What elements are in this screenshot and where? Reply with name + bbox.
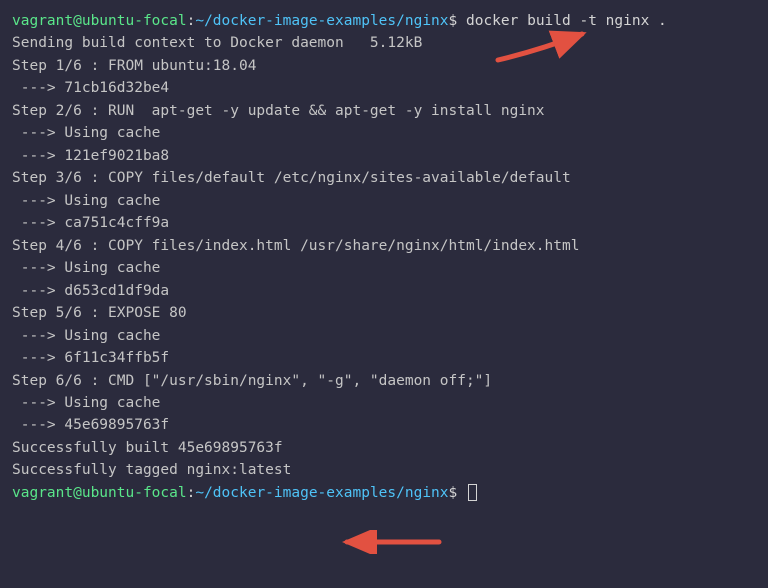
output-line: Step 2/6 : RUN apt-get -y update && apt-… (12, 100, 756, 122)
output-line: ---> 45e69895763f (12, 414, 756, 436)
output-line: ---> Using cache (12, 392, 756, 414)
output-line: Step 3/6 : COPY files/default /etc/nginx… (12, 167, 756, 189)
output-success-line: Successfully tagged nginx:latest (12, 459, 756, 481)
output-line: Step 4/6 : COPY files/index.html /usr/sh… (12, 235, 756, 257)
prompt-dollar: $ (449, 485, 466, 501)
prompt-at: @ (73, 13, 82, 29)
annotation-arrow-icon (337, 530, 447, 554)
output-line: ---> Using cache (12, 325, 756, 347)
prompt-line-1: vagrant@ubuntu-focal:~/docker-image-exam… (12, 10, 756, 32)
command-text[interactable]: docker build -t nginx . (466, 13, 667, 29)
prompt-dollar: $ (449, 13, 466, 29)
prompt-host: ubuntu-focal (82, 13, 187, 29)
output-line: ---> 71cb16d32be4 (12, 77, 756, 99)
output-success-line: Successfully built 45e69895763f (12, 437, 756, 459)
prompt-host: ubuntu-focal (82, 485, 187, 501)
output-line: Sending build context to Docker daemon 5… (12, 32, 756, 54)
output-line: Step 6/6 : CMD ["/usr/sbin/nginx", "-g",… (12, 370, 756, 392)
prompt-path: ~/docker-image-examples/nginx (195, 485, 448, 501)
output-line: ---> d653cd1df9da (12, 280, 756, 302)
output-line: Step 5/6 : EXPOSE 80 (12, 302, 756, 324)
output-line: ---> 6f11c34ffb5f (12, 347, 756, 369)
output-line: Step 1/6 : FROM ubuntu:18.04 (12, 55, 756, 77)
cursor-icon[interactable] (468, 484, 477, 501)
prompt-path: ~/docker-image-examples/nginx (195, 13, 448, 29)
output-line: ---> Using cache (12, 257, 756, 279)
prompt-at: @ (73, 485, 82, 501)
output-line: ---> ca751c4cff9a (12, 212, 756, 234)
prompt-user: vagrant (12, 485, 73, 501)
prompt-line-2: vagrant@ubuntu-focal:~/docker-image-exam… (12, 482, 756, 504)
output-line: ---> Using cache (12, 122, 756, 144)
output-line: ---> 121ef9021ba8 (12, 145, 756, 167)
output-line: ---> Using cache (12, 190, 756, 212)
prompt-user: vagrant (12, 13, 73, 29)
